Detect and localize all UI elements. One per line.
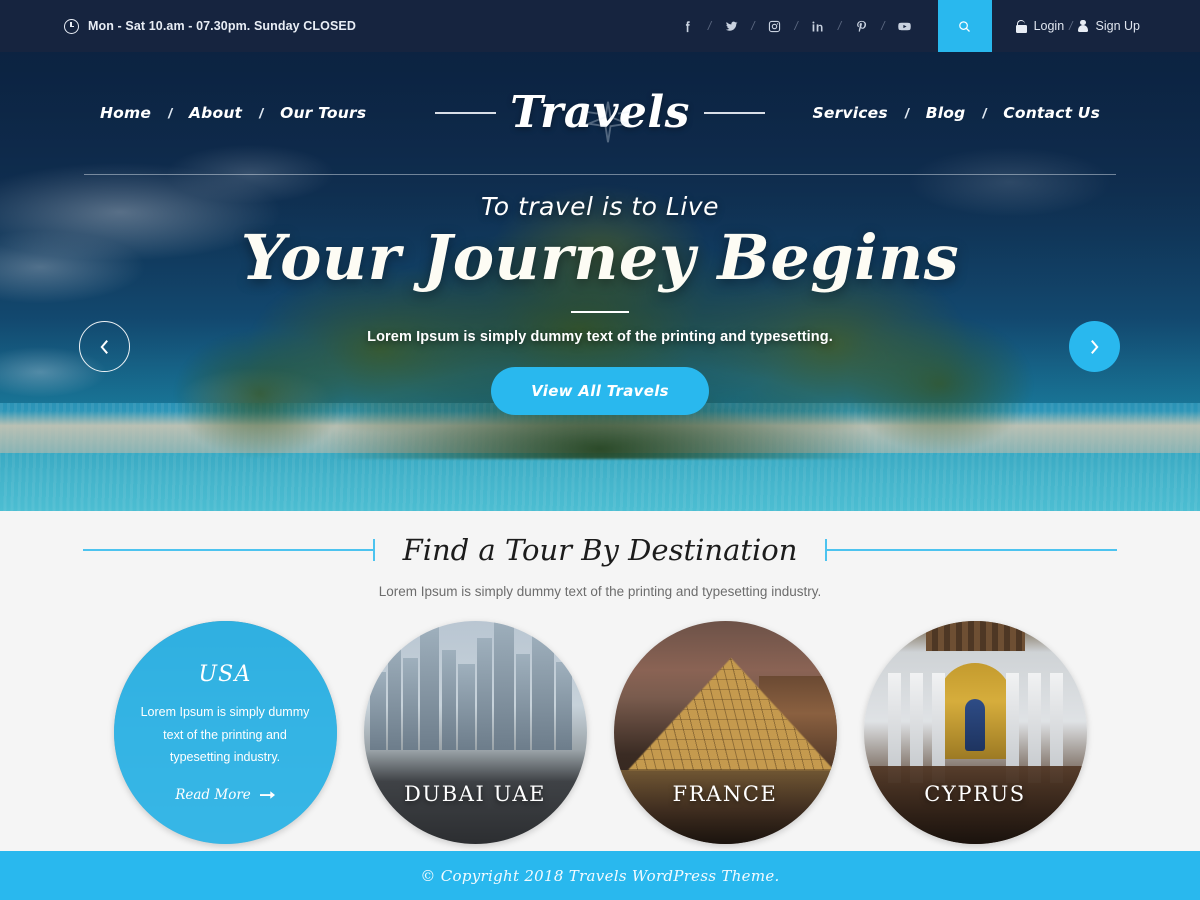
chevron-left-icon bbox=[100, 339, 108, 354]
nav-item-our-tours[interactable]: Our Tours bbox=[280, 104, 366, 122]
pinterest-icon[interactable] bbox=[846, 12, 876, 40]
arrow-right-icon bbox=[259, 791, 275, 799]
signup-label: Sign Up bbox=[1095, 19, 1140, 33]
airplane-icon bbox=[578, 95, 638, 149]
copyright-text: © Copyright 2018 Travels WordPress Theme… bbox=[420, 866, 780, 885]
nav-separator: / bbox=[982, 105, 987, 121]
account-separator: / bbox=[1069, 19, 1073, 33]
destination-card-dubai[interactable]: DUBAI UAE bbox=[363, 621, 587, 844]
dubai-label: DUBAI UAE bbox=[403, 782, 547, 806]
destinations-title: Find a Tour By Destination bbox=[402, 533, 798, 567]
usa-description: Lorem Ipsum is simply dummy text of the … bbox=[140, 705, 310, 765]
search-icon bbox=[959, 20, 971, 32]
destination-card-cyprus[interactable]: CYPRUS bbox=[863, 621, 1087, 844]
view-all-travels-button[interactable]: View All Travels bbox=[491, 366, 709, 415]
destination-card-list: USA Lorem Ipsum is simply dummy text of … bbox=[0, 621, 1200, 844]
account-links: Login / Sign Up bbox=[1015, 19, 1140, 33]
usa-overlay: USA Lorem Ipsum is simply dummy text of … bbox=[113, 621, 337, 844]
destinations-section: Find a Tour By Destination Lorem Ipsum i… bbox=[0, 511, 1200, 851]
nav-item-about[interactable]: About bbox=[189, 104, 242, 122]
footer-bar: © Copyright 2018 Travels WordPress Theme… bbox=[0, 851, 1200, 900]
hero-content: To travel is to Live Your Journey Begins… bbox=[0, 192, 1200, 415]
twitter-icon[interactable] bbox=[716, 12, 746, 40]
chevron-right-icon bbox=[1091, 339, 1099, 354]
nav-right-group: Services / Blog / Contact Us bbox=[765, 104, 1100, 122]
nav-item-contact-us[interactable]: Contact Us bbox=[1003, 104, 1100, 122]
facebook-icon[interactable] bbox=[673, 12, 703, 40]
logo-line-right bbox=[703, 112, 765, 114]
hero-divider-rule bbox=[571, 310, 629, 313]
cyprus-roof-beams bbox=[925, 621, 1025, 651]
dubai-skyline bbox=[364, 621, 587, 844]
linkedin-icon[interactable] bbox=[803, 12, 833, 40]
carousel-next-button[interactable] bbox=[1069, 321, 1120, 372]
cyprus-label: CYPRUS bbox=[924, 782, 1026, 806]
nav-separator: / bbox=[168, 105, 172, 121]
social-separator: / bbox=[837, 19, 842, 33]
france-label: FRANCE bbox=[672, 782, 778, 806]
destination-card-usa[interactable]: USA Lorem Ipsum is simply dummy text of … bbox=[113, 621, 337, 844]
nav-item-blog[interactable]: Blog bbox=[926, 104, 966, 122]
france-photo bbox=[613, 621, 837, 844]
nav-left-group: Home / About / Our Tours bbox=[100, 104, 435, 122]
cyprus-photo bbox=[863, 621, 1087, 844]
heading-line-right bbox=[825, 541, 1118, 559]
nav-divider bbox=[84, 174, 1116, 175]
main-navigation: Home / About / Our Tours Travels Service… bbox=[0, 52, 1200, 174]
logo-line-left bbox=[435, 112, 497, 114]
hero-kicker: To travel is to Live bbox=[481, 192, 719, 221]
user-icon bbox=[1077, 19, 1089, 33]
hero-title: Your Journey Begins bbox=[240, 221, 960, 294]
usa-read-more-label: Read More bbox=[175, 786, 251, 803]
cyprus-mosaic-figure bbox=[965, 699, 985, 751]
site-logo[interactable]: Travels bbox=[435, 91, 765, 143]
dubai-photo bbox=[363, 621, 587, 844]
usa-read-more-link[interactable]: Read More bbox=[175, 787, 275, 803]
top-bar: Mon - Sat 10.am - 07.30pm. Sunday CLOSED… bbox=[0, 0, 1200, 52]
nav-separator: / bbox=[904, 105, 909, 121]
usa-title: USA bbox=[198, 662, 252, 688]
social-separator: / bbox=[751, 19, 755, 33]
social-links: / / / / / bbox=[673, 12, 920, 40]
youtube-icon[interactable] bbox=[890, 12, 920, 40]
clock-icon bbox=[64, 18, 79, 34]
search-button[interactable] bbox=[937, 0, 992, 52]
hero-subtitle: Lorem Ipsum is simply dummy text of the … bbox=[367, 328, 833, 345]
social-separator: / bbox=[707, 19, 712, 33]
business-hours: Mon - Sat 10.am - 07.30pm. Sunday CLOSED bbox=[64, 18, 356, 34]
nav-separator: / bbox=[259, 105, 264, 121]
nav-item-services[interactable]: Services bbox=[813, 104, 888, 122]
hero-slider: Home / About / Our Tours Travels Service… bbox=[0, 52, 1200, 511]
signup-button[interactable]: Sign Up bbox=[1077, 19, 1140, 33]
business-hours-text: Mon - Sat 10.am - 07.30pm. Sunday CLOSED bbox=[88, 19, 356, 33]
social-separator: / bbox=[794, 19, 798, 33]
carousel-prev-button[interactable] bbox=[79, 321, 130, 372]
travel-site-page: Mon - Sat 10.am - 07.30pm. Sunday CLOSED… bbox=[0, 0, 1200, 900]
destinations-subtitle: Lorem Ipsum is simply dummy text of the … bbox=[378, 584, 822, 599]
nav-item-home[interactable]: Home bbox=[100, 104, 151, 122]
destinations-heading-row: Find a Tour By Destination bbox=[0, 533, 1200, 567]
heading-line-left bbox=[82, 541, 375, 559]
login-label: Login bbox=[1033, 19, 1065, 33]
login-button[interactable]: Login bbox=[1015, 19, 1065, 33]
unlock-icon bbox=[1015, 19, 1027, 33]
destination-card-france[interactable]: FRANCE bbox=[613, 621, 837, 844]
social-separator: / bbox=[881, 19, 885, 33]
instagram-icon[interactable] bbox=[760, 12, 790, 40]
